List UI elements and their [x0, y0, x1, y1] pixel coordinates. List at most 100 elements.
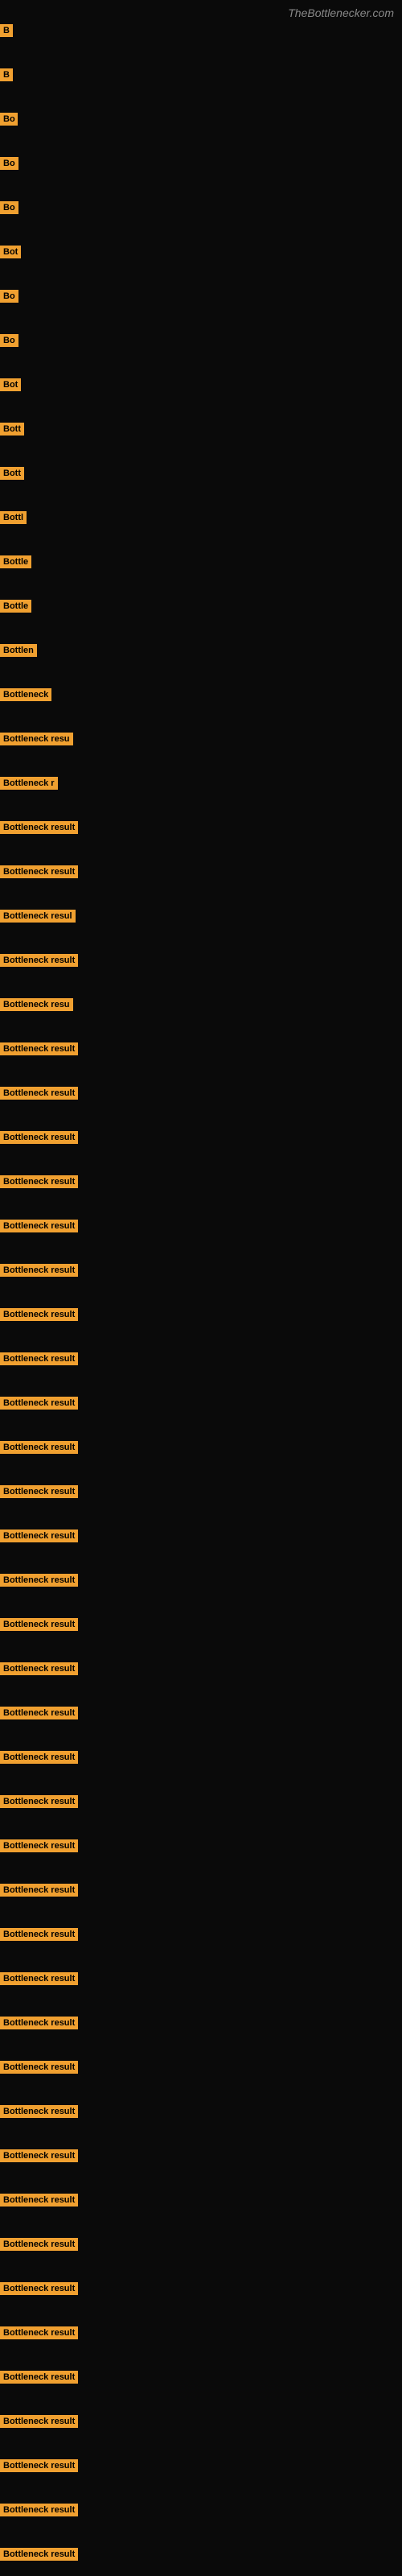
badge-label: Bottleneck result — [0, 1707, 78, 1719]
badge-label: Bottleneck result — [0, 1574, 78, 1587]
badge-label: Bottleneck result — [0, 1839, 78, 1852]
badge-label: Bottleneck result — [0, 2326, 78, 2339]
badge-item: Bottleneck result — [0, 1751, 78, 1768]
badge-item: Bottleneck result — [0, 1352, 78, 1369]
badge-label: Bottleneck result — [0, 2371, 78, 2384]
badge-item: Bottleneck result — [0, 1618, 78, 1635]
badge-label: Bottleneck result — [0, 821, 78, 834]
badge-item: Bott — [0, 467, 24, 484]
badge-label: B — [0, 68, 13, 81]
badge-label: Bottle — [0, 600, 31, 613]
badge-item: Bottleneck result — [0, 2061, 78, 2078]
badge-label: Bottleneck result — [0, 865, 78, 878]
badge-item: Bottleneck result — [0, 2415, 78, 2432]
badge-label: Bottleneck result — [0, 954, 78, 967]
badge-item: Bottleneck result — [0, 1928, 78, 1945]
badge-label: Bottleneck result — [0, 2504, 78, 2516]
site-title: TheBottlenecker.com — [288, 6, 394, 19]
badge-item: Bottleneck result — [0, 1795, 78, 1812]
badge-label: Bot — [0, 246, 21, 258]
badge-label: Bottleneck result — [0, 1618, 78, 1631]
badge-label: Bottlen — [0, 644, 37, 657]
badge-label: Bottleneck result — [0, 1131, 78, 1144]
badge-item: Bottleneck result — [0, 1972, 78, 1989]
badge-label: Bottleneck result — [0, 1972, 78, 1985]
badge-item: Bottleneck result — [0, 2238, 78, 2255]
badge-item: Bottleneck result — [0, 2194, 78, 2211]
badge-label: Bottleneck result — [0, 1884, 78, 1897]
badge-item: Bo — [0, 334, 18, 351]
badge-label: Bottleneck result — [0, 2194, 78, 2207]
badge-label: Bottleneck result — [0, 1751, 78, 1764]
badge-item: Bottleneck result — [0, 1175, 78, 1192]
badge-item: Bottleneck — [0, 688, 51, 705]
badge-item: Bottleneck r — [0, 777, 58, 794]
badge-item: Bottleneck result — [0, 1131, 78, 1148]
badge-item: Bottl — [0, 511, 27, 528]
badge-item: Bottleneck result — [0, 1530, 78, 1546]
badge-label: Bo — [0, 201, 18, 214]
badge-label: Bottl — [0, 511, 27, 524]
badge-item: Bottleneck result — [0, 2459, 78, 2476]
badge-item: Bottleneck result — [0, 821, 78, 838]
badge-item: Bottleneck result — [0, 1308, 78, 1325]
badge-item: Bottleneck result — [0, 1662, 78, 1679]
badge-label: Bottleneck result — [0, 2105, 78, 2118]
badge-label: B — [0, 24, 13, 37]
badge-item: Bottleneck result — [0, 1884, 78, 1901]
badge-item: Bottlen — [0, 644, 37, 661]
badge-item: Bottleneck result — [0, 2017, 78, 2033]
badge-item: Bottleneck result — [0, 1264, 78, 1281]
badge-label: Bottleneck result — [0, 2415, 78, 2428]
badge-label: Bottleneck result — [0, 1795, 78, 1808]
badge-label: Bottleneck result — [0, 1352, 78, 1365]
badge-item: Bottleneck result — [0, 2105, 78, 2122]
badge-item: Bottleneck result — [0, 1707, 78, 1724]
badge-item: Bottleneck result — [0, 2326, 78, 2343]
badge-label: Bottleneck result — [0, 1530, 78, 1542]
badge-item: Bo — [0, 290, 18, 307]
badge-label: Bottleneck result — [0, 2061, 78, 2074]
badge-label: Bo — [0, 334, 18, 347]
badge-item: Bottleneck result — [0, 865, 78, 882]
badge-label: Bottleneck — [0, 688, 51, 701]
badge-item: Bott — [0, 423, 24, 440]
badge-item: Bo — [0, 113, 18, 130]
badge-item: Bottleneck result — [0, 1441, 78, 1458]
badge-item: Bottleneck result — [0, 1042, 78, 1059]
badge-item: Bot — [0, 246, 21, 262]
badge-label: Bottleneck result — [0, 1175, 78, 1188]
badge-item: Bottleneck result — [0, 1397, 78, 1414]
badge-label: Bottleneck result — [0, 1928, 78, 1941]
badge-label: Bott — [0, 467, 24, 480]
badge-label: Bottleneck result — [0, 2017, 78, 2029]
badge-item: Bottleneck resul — [0, 910, 76, 927]
badge-item: Bottleneck result — [0, 1087, 78, 1104]
badge-item: B — [0, 24, 13, 41]
badge-item: Bottle — [0, 555, 31, 572]
badge-label: Bottleneck result — [0, 1264, 78, 1277]
badge-label: Bot — [0, 378, 21, 391]
badge-item: Bottleneck result — [0, 1220, 78, 1236]
badge-label: Bottleneck resul — [0, 910, 76, 923]
badge-item: Bottleneck result — [0, 2149, 78, 2166]
badge-label: Bo — [0, 113, 18, 126]
badge-label: Bottleneck result — [0, 2459, 78, 2472]
badge-item: Bottleneck result — [0, 954, 78, 971]
badge-label: Bottleneck result — [0, 2149, 78, 2162]
badge-label: Bottleneck result — [0, 1042, 78, 1055]
badge-label: Bottleneck resu — [0, 733, 73, 745]
badge-item: B — [0, 68, 13, 85]
badge-item: Bottleneck result — [0, 1574, 78, 1591]
badge-label: Bottle — [0, 555, 31, 568]
badge-item: Bottleneck result — [0, 2504, 78, 2520]
badge-item: Bottleneck result — [0, 2371, 78, 2388]
badge-label: Bottleneck result — [0, 2238, 78, 2251]
badge-label: Bottleneck result — [0, 1441, 78, 1454]
badge-label: Bott — [0, 423, 24, 436]
badge-item: Bo — [0, 157, 18, 174]
badge-label: Bottleneck result — [0, 2282, 78, 2295]
badge-label: Bottleneck result — [0, 1485, 78, 1498]
badge-label: Bo — [0, 157, 18, 170]
badge-label: Bottleneck result — [0, 1087, 78, 1100]
